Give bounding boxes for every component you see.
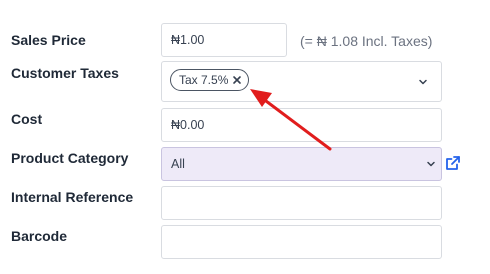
annotation-arrow [250,89,332,151]
